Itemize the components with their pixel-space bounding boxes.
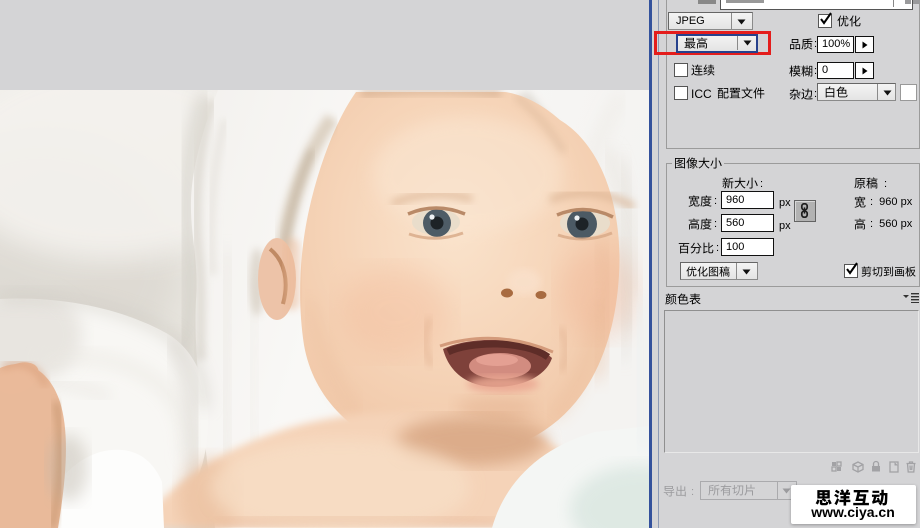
svg-text:www.ciya.cn: www.ciya.cn — [810, 504, 895, 520]
